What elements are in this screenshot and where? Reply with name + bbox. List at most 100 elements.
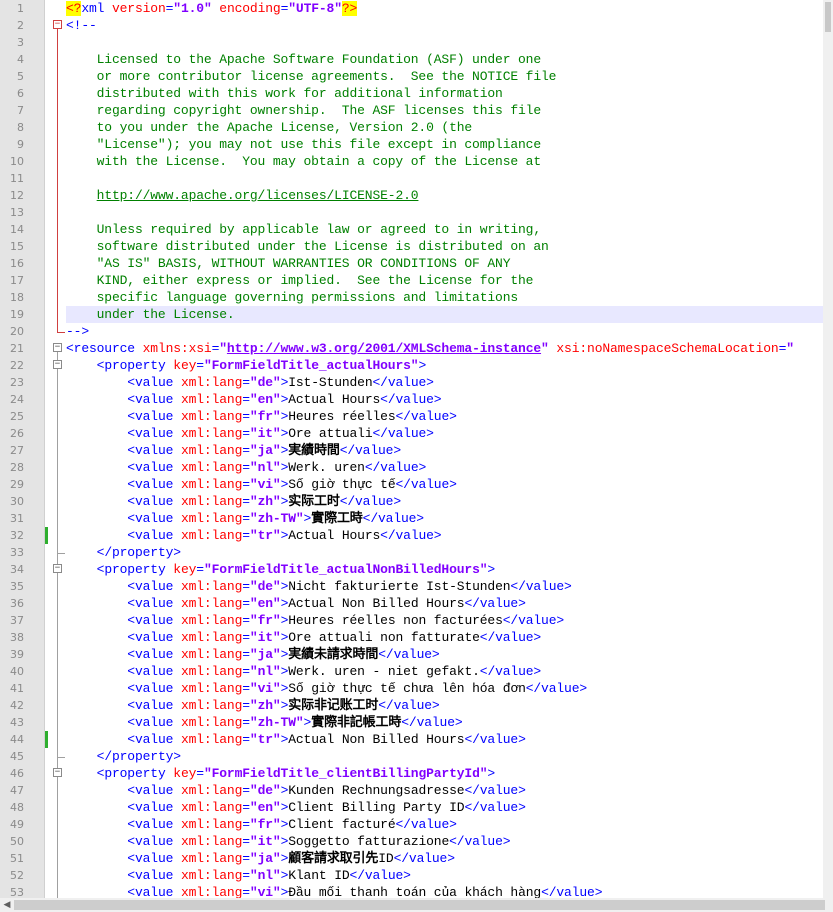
code-text[interactable]: Unless required by applicable law or agr…	[66, 221, 823, 238]
code-line[interactable]: 9 "License"); you may not use this file …	[0, 136, 823, 153]
code-text[interactable]: <value xml:lang="de">Nicht fakturierte I…	[66, 578, 823, 595]
code-text[interactable]: to you under the Apache License, Version…	[66, 119, 823, 136]
code-text[interactable]: <value xml:lang="ja">顧客請求取引先ID</value>	[66, 850, 823, 867]
code-text[interactable]: <value xml:lang="nl">Werk. uren</value>	[66, 459, 823, 476]
code-line[interactable]: 8 to you under the Apache License, Versi…	[0, 119, 823, 136]
code-line[interactable]: 13	[0, 204, 823, 221]
code-line[interactable]: 22 − <property key="FormFieldTitle_actual…	[0, 357, 823, 374]
code-text[interactable]: <value xml:lang="de">Kunden Rechnungsadr…	[66, 782, 823, 799]
code-line[interactable]: 48 <value xml:lang="en">Client Billing P…	[0, 799, 823, 816]
code-line[interactable]: 14 Unless required by applicable law or …	[0, 221, 823, 238]
code-text[interactable]: <value xml:lang="tr">Actual Non Billed H…	[66, 731, 823, 748]
code-line[interactable]: 52 <value xml:lang="nl">Klant ID</value>	[0, 867, 823, 884]
code-line[interactable]: 23 <value xml:lang="de">Ist-Stunden</val…	[0, 374, 823, 391]
code-line[interactable]: 39 <value xml:lang="ja">実績未請求時間</value>	[0, 646, 823, 663]
namespace-link[interactable]: http://www.w3.org/2001/XMLSchema-instanc…	[227, 341, 541, 356]
code-line[interactable]: 15 software distributed under the Licens…	[0, 238, 823, 255]
code-editor[interactable]: 1 <?xml version="1.0" encoding="UTF-8"?> 2…	[0, 0, 823, 898]
code-text[interactable]: Licensed to the Apache Software Foundati…	[66, 51, 823, 68]
code-line[interactable]: 51 <value xml:lang="ja">顧客請求取引先ID</value…	[0, 850, 823, 867]
code-line[interactable]: 45 </property>	[0, 748, 823, 765]
code-text[interactable]: software distributed under the License i…	[66, 238, 823, 255]
code-text[interactable]: distributed with this work for additiona…	[66, 85, 823, 102]
code-text[interactable]: <?xml version="1.0" encoding="UTF-8"?>	[66, 0, 823, 17]
code-text[interactable]: <value xml:lang="fr">Client facturé</val…	[66, 816, 823, 833]
code-line[interactable]: 28 <value xml:lang="nl">Werk. uren</valu…	[0, 459, 823, 476]
code-text[interactable]: <value xml:lang="it">Soggetto fatturazio…	[66, 833, 823, 850]
code-text[interactable]: under the License.	[66, 306, 823, 323]
code-text[interactable]: "AS IS" BASIS, WITHOUT WARRANTIES OR CON…	[66, 255, 823, 272]
code-line[interactable]: 17 KIND, either express or implied. See …	[0, 272, 823, 289]
code-text[interactable]: <property key="FormFieldTitle_clientBill…	[66, 765, 823, 782]
code-line[interactable]: 38 <value xml:lang="it">Ore attuali non …	[0, 629, 823, 646]
code-text[interactable]: <value xml:lang="nl">Klant ID</value>	[66, 867, 823, 884]
code-text[interactable]: <resource xmlns:xsi="http://www.w3.org/2…	[66, 340, 823, 357]
code-line[interactable]: 30 <value xml:lang="zh">实际工时</value>	[0, 493, 823, 510]
code-text[interactable]: http://www.apache.org/licenses/LICENSE-2…	[66, 187, 823, 204]
code-line[interactable]: 24 <value xml:lang="en">Actual Hours</va…	[0, 391, 823, 408]
code-line[interactable]: 35 <value xml:lang="de">Nicht fakturiert…	[0, 578, 823, 595]
code-line[interactable]: 6 distributed with this work for additio…	[0, 85, 823, 102]
code-line[interactable]: 47 <value xml:lang="de">Kunden Rechnungs…	[0, 782, 823, 799]
code-line[interactable]: 7 regarding copyright ownership. The ASF…	[0, 102, 823, 119]
code-text[interactable]: <property key="FormFieldTitle_actualHour…	[66, 357, 823, 374]
code-text[interactable]: <value xml:lang="vi">Đầu mối thanh toán …	[66, 884, 823, 898]
code-text[interactable]: -->	[66, 323, 823, 340]
code-text[interactable]: <value xml:lang="zh-TW">實際非記帳工時</value>	[66, 714, 823, 731]
code-line[interactable]: 2 − <!--	[0, 17, 823, 34]
vertical-scrollbar[interactable]	[823, 0, 833, 898]
code-text[interactable]: <value xml:lang="en">Actual Non Billed H…	[66, 595, 823, 612]
code-text[interactable]: <value xml:lang="it">Ore attuali non fat…	[66, 629, 823, 646]
code-line[interactable]: 34 − <property key="FormFieldTitle_actual…	[0, 561, 823, 578]
code-line[interactable]: 5 or more contributor license agreements…	[0, 68, 823, 85]
code-line[interactable]: 1 <?xml version="1.0" encoding="UTF-8"?>	[0, 0, 823, 17]
code-text[interactable]: <value xml:lang="de">Ist-Stunden</value>	[66, 374, 823, 391]
code-line[interactable]: 50 <value xml:lang="it">Soggetto fattura…	[0, 833, 823, 850]
code-text[interactable]: <!--	[66, 17, 823, 34]
code-line[interactable]: 11	[0, 170, 823, 187]
code-text[interactable]: <value xml:lang="en">Actual Hours</value…	[66, 391, 823, 408]
code-line[interactable]: 53 <value xml:lang="vi">Đầu mối thanh to…	[0, 884, 823, 898]
code-text[interactable]: or more contributor license agreements. …	[66, 68, 823, 85]
code-line[interactable]: 40 <value xml:lang="nl">Werk. uren - nie…	[0, 663, 823, 680]
horizontal-scrollbar-thumb[interactable]	[14, 900, 825, 910]
code-text[interactable]: <value xml:lang="tr">Actual Hours</value…	[66, 527, 823, 544]
code-text[interactable]: <value xml:lang="fr">Heures réelles</val…	[66, 408, 823, 425]
code-line[interactable]: 37 <value xml:lang="fr">Heures réelles n…	[0, 612, 823, 629]
fold-collapse-icon[interactable]: −	[53, 360, 62, 369]
code-line[interactable]: 16 "AS IS" BASIS, WITHOUT WARRANTIES OR …	[0, 255, 823, 272]
code-line[interactable]: 3	[0, 34, 823, 51]
scroll-left-arrow-icon[interactable]: ◀	[2, 898, 12, 912]
code-text[interactable]: <value xml:lang="zh">实际非记账工时</value>	[66, 697, 823, 714]
comment-link[interactable]: http://www.apache.org/licenses/LICENSE-2…	[97, 188, 419, 203]
code-text[interactable]: regarding copyright ownership. The ASF l…	[66, 102, 823, 119]
code-line[interactable]: 33 </property>	[0, 544, 823, 561]
code-text[interactable]: </property>	[66, 544, 823, 561]
code-text[interactable]: <value xml:lang="vi">Số giờ thực tế chưa…	[66, 680, 823, 697]
code-line[interactable]: 20 -->	[0, 323, 823, 340]
code-line[interactable]: 19 under the License.	[0, 306, 823, 323]
code-line[interactable]: 21 − <resource xmlns:xsi="http://www.w3.or…	[0, 340, 823, 357]
code-line[interactable]: 43 <value xml:lang="zh-TW">實際非記帳工時</valu…	[0, 714, 823, 731]
code-text[interactable]: <value xml:lang="ja">実績未請求時間</value>	[66, 646, 823, 663]
fold-collapse-icon[interactable]: −	[53, 343, 62, 352]
code-line[interactable]: 10 with the License. You may obtain a co…	[0, 153, 823, 170]
code-text[interactable]: <value xml:lang="vi">Số giờ thực tế</val…	[66, 476, 823, 493]
fold-collapse-icon[interactable]: −	[53, 564, 62, 573]
code-line[interactable]: 25 <value xml:lang="fr">Heures réelles</…	[0, 408, 823, 425]
code-line[interactable]: 26 <value xml:lang="it">Ore attuali</val…	[0, 425, 823, 442]
code-line[interactable]: 12 http://www.apache.org/licenses/LICENS…	[0, 187, 823, 204]
code-line[interactable]: 29 <value xml:lang="vi">Số giờ thực tế</…	[0, 476, 823, 493]
code-text[interactable]: specific language governing permissions …	[66, 289, 823, 306]
code-line[interactable]: 41 <value xml:lang="vi">Số giờ thực tế c…	[0, 680, 823, 697]
code-text[interactable]: <value xml:lang="en">Client Billing Part…	[66, 799, 823, 816]
code-line[interactable]: 49 <value xml:lang="fr">Client facturé</…	[0, 816, 823, 833]
code-text[interactable]: <value xml:lang="zh">实际工时</value>	[66, 493, 823, 510]
code-text[interactable]: </property>	[66, 748, 823, 765]
code-text[interactable]: with the License. You may obtain a copy …	[66, 153, 823, 170]
code-text[interactable]: <value xml:lang="ja">実績時間</value>	[66, 442, 823, 459]
code-line[interactable]: 42 <value xml:lang="zh">实际非记账工时</value>	[0, 697, 823, 714]
code-line[interactable]: 32 <value xml:lang="tr">Actual Hours</va…	[0, 527, 823, 544]
code-text[interactable]: <value xml:lang="zh-TW">實際工時</value>	[66, 510, 823, 527]
code-text[interactable]	[66, 34, 823, 51]
